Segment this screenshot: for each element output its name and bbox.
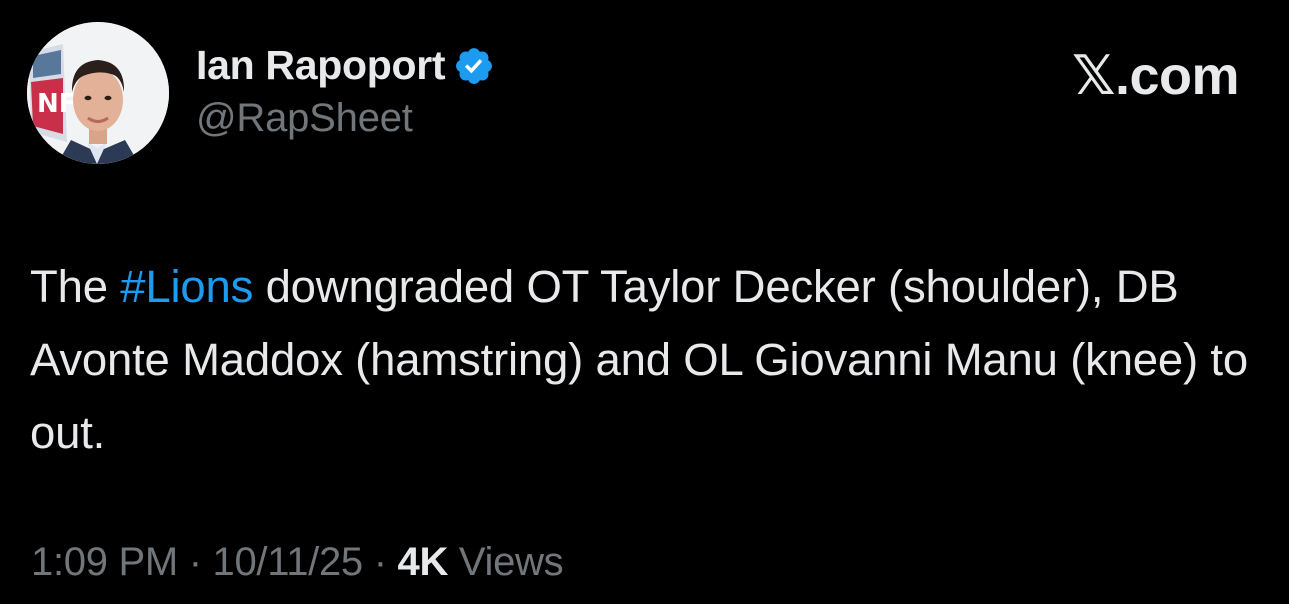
meta-separator: · bbox=[177, 540, 213, 584]
views-count: 4K bbox=[397, 540, 449, 584]
author-name[interactable]: Ian Rapoport bbox=[196, 42, 446, 89]
tweet-time[interactable]: 1:09 PM bbox=[31, 540, 178, 584]
author-name-row: Ian Rapoport bbox=[196, 38, 495, 92]
tweet-author: Ian Rapoport @RapSheet bbox=[196, 38, 495, 141]
views-label: Views bbox=[448, 540, 564, 584]
tweet-text-segment: The bbox=[30, 261, 121, 312]
avatar[interactable]: NF bbox=[27, 22, 169, 164]
author-handle[interactable]: @RapSheet bbox=[196, 96, 495, 141]
tweet-metadata: 1:09 PM · 10/11/25 · 4K Views bbox=[31, 540, 564, 585]
x-com-watermark: 𝕏.com bbox=[1071, 44, 1240, 107]
x-logo-icon: 𝕏 bbox=[1071, 44, 1116, 107]
verified-badge-icon bbox=[456, 48, 493, 84]
tweet-date[interactable]: 10/11/25 bbox=[213, 540, 364, 584]
tweet-body: The #Lions downgraded OT Taylor Decker (… bbox=[30, 250, 1270, 469]
hashtag-link[interactable]: #Lions bbox=[120, 261, 253, 312]
profile-photo: NF bbox=[27, 22, 169, 164]
brand-domain: .com bbox=[1114, 46, 1240, 106]
meta-separator: · bbox=[362, 540, 398, 584]
svg-text:NF: NF bbox=[37, 89, 77, 119]
